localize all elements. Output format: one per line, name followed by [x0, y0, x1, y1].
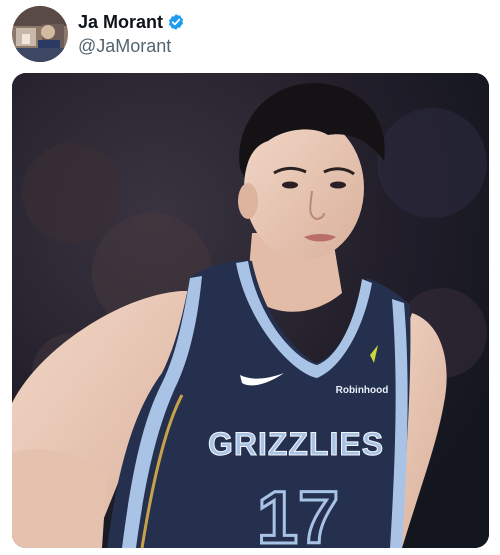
name-row: Ja Morant — [78, 11, 185, 33]
verified-badge-icon — [167, 13, 185, 31]
tweet-card: Ja Morant @JaMorant Robinhood GRIZZLIES … — [0, 0, 500, 555]
tweet-image[interactable]: Robinhood GRIZZLIES 17 — [12, 73, 489, 548]
display-name[interactable]: Ja Morant — [78, 11, 163, 33]
sponsor-text: Robinhood — [336, 385, 389, 396]
player-photo: Robinhood GRIZZLIES 17 — [12, 73, 489, 548]
author-info: Ja Morant @JaMorant — [78, 11, 185, 57]
tweet-header: Ja Morant @JaMorant — [12, 6, 185, 62]
user-handle[interactable]: @JaMorant — [78, 35, 185, 57]
jersey-number: 17 — [257, 476, 339, 548]
avatar[interactable] — [12, 6, 68, 62]
avatar-photo — [12, 6, 68, 62]
jersey-team-text: GRIZZLIES — [208, 426, 384, 462]
